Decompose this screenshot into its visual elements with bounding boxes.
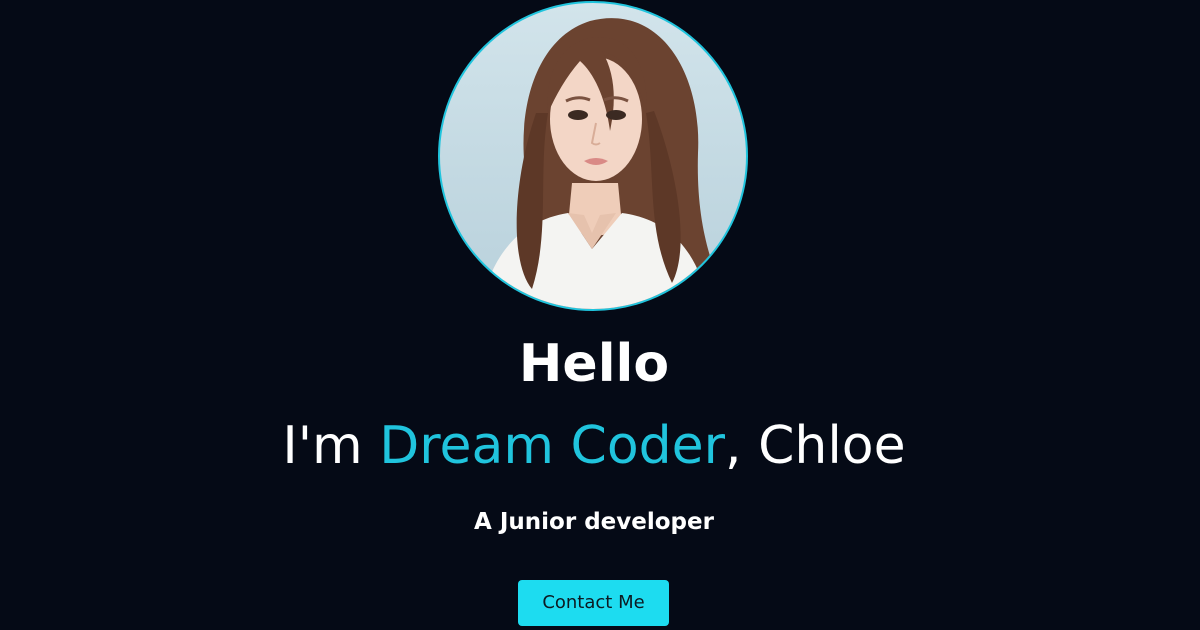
portrait-illustration xyxy=(476,18,730,309)
intro-highlight: Dream Coder xyxy=(379,416,726,476)
intro-suffix: , Chloe xyxy=(725,416,906,476)
greeting-heading: Hello xyxy=(518,334,670,394)
role-subtitle: A Junior developer xyxy=(474,509,714,535)
intro-heading: I'm Dream Coder, Chloe xyxy=(0,412,1188,480)
intro-prefix: I'm xyxy=(282,416,380,476)
contact-me-button[interactable]: Contact Me xyxy=(518,580,669,626)
hero-section: Hello I'm Dream Coder, Chloe A Junior de… xyxy=(0,0,1200,630)
profile-avatar xyxy=(438,1,748,311)
